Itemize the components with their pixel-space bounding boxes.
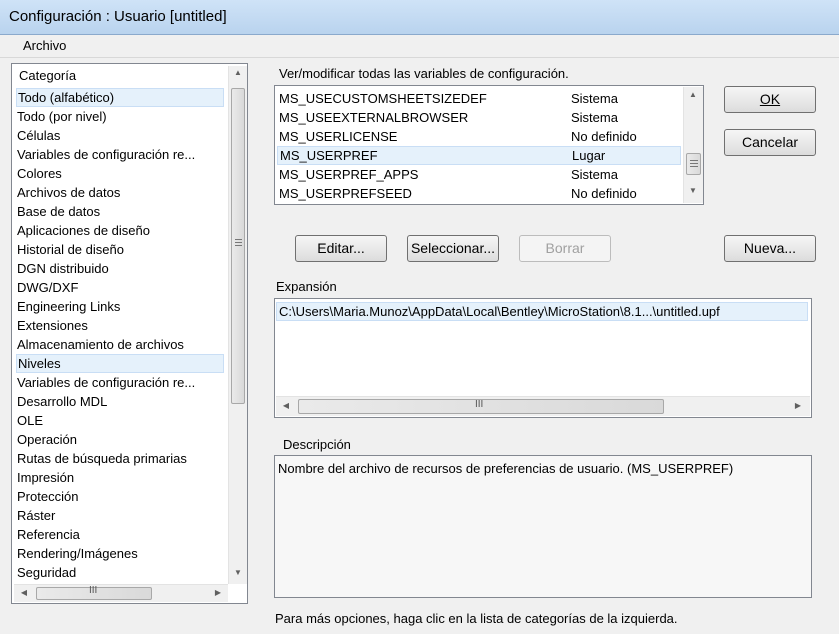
hscroll-thumb[interactable]: III bbox=[36, 585, 152, 600]
variable-level: No definido bbox=[571, 129, 637, 144]
category-item[interactable]: OLE bbox=[16, 411, 225, 430]
category-item[interactable]: DWG/DXF bbox=[16, 278, 225, 297]
category-item[interactable]: Historial de diseño bbox=[16, 240, 225, 259]
variable-row[interactable]: MS_USERLICENSE No definido bbox=[277, 127, 681, 146]
variable-level: Sistema bbox=[571, 167, 618, 182]
footer-hint: Para más opciones, haga clic en la lista… bbox=[275, 611, 678, 626]
category-item[interactable]: Ráster bbox=[16, 506, 225, 525]
expansion-hscroll[interactable]: ◀ III ▶ bbox=[276, 396, 810, 416]
category-item[interactable]: Células bbox=[16, 126, 225, 145]
window-title: Configuración : Usuario [untitled] bbox=[9, 8, 227, 25]
category-item[interactable]: Todo (alfabético) bbox=[16, 88, 224, 107]
category-item[interactable]: Base de datos bbox=[16, 202, 225, 221]
scroll-up-icon[interactable]: ▲ bbox=[230, 68, 246, 77]
category-item[interactable]: Aplicaciones de diseño bbox=[16, 221, 225, 240]
variable-name: MS_USECUSTOMSHEETSIZEDEF bbox=[279, 91, 487, 106]
category-hscroll[interactable]: ◀ III ▶ bbox=[14, 584, 228, 602]
scroll-thumb[interactable] bbox=[231, 88, 245, 404]
ok-button[interactable]: OK bbox=[724, 86, 816, 113]
category-item[interactable]: Variables de configuración re... bbox=[16, 145, 225, 164]
hscroll-thumb[interactable]: III bbox=[298, 399, 664, 414]
category-item[interactable]: Referencia bbox=[16, 525, 225, 544]
description-box: Nombre del archivo de recursos de prefer… bbox=[274, 455, 812, 598]
description-text: Nombre del archivo de recursos de prefer… bbox=[278, 461, 734, 476]
variable-row[interactable]: MS_USEEXTERNALBROWSER Sistema bbox=[277, 108, 681, 127]
select-button[interactable]: Seleccionar... bbox=[407, 235, 499, 262]
category-item[interactable]: Protección bbox=[16, 487, 225, 506]
delete-button[interactable]: Borrar bbox=[519, 235, 611, 262]
category-header: Categoría bbox=[19, 68, 77, 83]
expansion-value: C:\Users\Maria.Munoz\AppData\Local\Bentl… bbox=[279, 304, 720, 319]
scroll-right-icon[interactable]: ▶ bbox=[210, 588, 226, 597]
description-label: Descripción bbox=[283, 437, 351, 452]
variable-row[interactable]: MS_USERPREFSEED No definido bbox=[277, 184, 681, 203]
variable-name: MS_USERLICENSE bbox=[279, 129, 398, 144]
variables-vscroll[interactable]: ▲ ▼ bbox=[683, 87, 703, 203]
category-item[interactable]: Colores bbox=[16, 164, 225, 183]
new-button[interactable]: Nueva... bbox=[724, 235, 816, 262]
title-bar: Configuración : Usuario [untitled] bbox=[0, 0, 839, 35]
expansion-value-row[interactable]: C:\Users\Maria.Munoz\AppData\Local\Bentl… bbox=[276, 302, 808, 321]
category-item[interactable]: Engineering Links bbox=[16, 297, 225, 316]
category-vscroll[interactable]: ▲ ▼ bbox=[228, 66, 247, 584]
scroll-down-icon[interactable]: ▼ bbox=[230, 568, 246, 577]
expansion-box[interactable]: C:\Users\Maria.Munoz\AppData\Local\Bentl… bbox=[274, 298, 812, 418]
category-item[interactable]: Rutas de búsqueda primarias bbox=[16, 449, 225, 468]
variable-level: Lugar bbox=[572, 148, 606, 163]
variable-level: No definido bbox=[571, 186, 637, 201]
scroll-down-icon[interactable]: ▼ bbox=[685, 186, 701, 195]
variable-name: MS_USERPREFSEED bbox=[279, 186, 412, 201]
variable-row[interactable]: MS_USERPREF_APPS Sistema bbox=[277, 165, 681, 184]
expansion-label: Expansión bbox=[276, 279, 337, 294]
category-item[interactable]: Almacenamiento de archivos bbox=[16, 335, 225, 354]
variable-row[interactable]: MS_USECUSTOMSHEETSIZEDEF Sistema bbox=[277, 89, 681, 108]
menu-bar: Archivo bbox=[0, 35, 839, 58]
variable-name: MS_USERPREF_APPS bbox=[279, 167, 419, 182]
category-item[interactable]: Variables de configuración re... bbox=[16, 373, 225, 392]
category-item[interactable]: Extensiones bbox=[16, 316, 225, 335]
category-item[interactable]: Rendering/Imágenes bbox=[16, 544, 225, 563]
category-item[interactable]: Operación bbox=[16, 430, 225, 449]
scroll-thumb[interactable] bbox=[686, 153, 701, 175]
category-item[interactable]: Todo (por nivel) bbox=[16, 107, 225, 126]
category-list[interactable]: Categoría Todo (alfabético) Todo (por niv… bbox=[11, 63, 248, 604]
category-item[interactable]: Seguridad bbox=[16, 563, 225, 582]
category-item[interactable]: Impresión bbox=[16, 468, 225, 487]
edit-button[interactable]: Editar... bbox=[295, 235, 387, 262]
variable-level: Sistema bbox=[571, 110, 618, 125]
variable-name: MS_USERPREF bbox=[280, 148, 378, 163]
cancel-button[interactable]: Cancelar bbox=[724, 129, 816, 156]
variable-row[interactable]: MS_USERPREF Lugar bbox=[277, 146, 681, 165]
category-item[interactable]: DGN distribuido bbox=[16, 259, 225, 278]
variables-list[interactable]: MS_USECUSTOMSHEETSIZEDEF Sistema MS_USEEXT… bbox=[274, 85, 704, 205]
ok-button-label: OK bbox=[759, 91, 781, 107]
scroll-up-icon[interactable]: ▲ bbox=[685, 90, 701, 99]
variable-name: MS_USEEXTERNALBROWSER bbox=[279, 110, 469, 125]
menu-archivo[interactable]: Archivo bbox=[23, 38, 66, 53]
category-item[interactable]: Niveles bbox=[16, 354, 224, 373]
category-item[interactable]: Desarrollo MDL bbox=[16, 392, 225, 411]
scroll-left-icon[interactable]: ◀ bbox=[278, 401, 294, 410]
scroll-right-icon[interactable]: ▶ bbox=[790, 401, 806, 410]
variable-level: Sistema bbox=[571, 91, 618, 106]
category-item[interactable]: Archivos de datos bbox=[16, 183, 225, 202]
variables-caption: Ver/modificar todas las variables de con… bbox=[279, 66, 569, 81]
scroll-left-icon[interactable]: ◀ bbox=[16, 588, 32, 597]
